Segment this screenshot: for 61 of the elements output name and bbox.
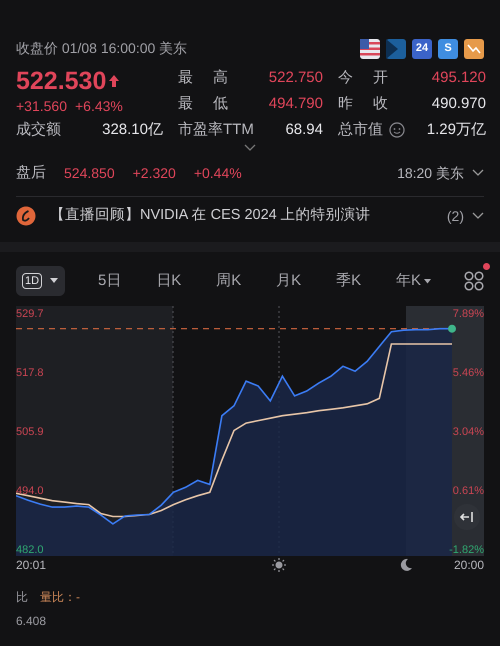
after-hours-price: 524.850 [64, 164, 115, 182]
stat-value: 328.10亿 [102, 120, 163, 140]
axis-label: 0.61% [452, 484, 484, 499]
caret-down-icon [424, 278, 432, 284]
axis-label: 517.8 [16, 366, 44, 382]
axis-label: 505.9 [16, 425, 44, 440]
volume-ratio-label: 量比：- [40, 589, 80, 606]
live-replay-icon [16, 206, 36, 226]
stat-label: 昨收 [338, 94, 408, 114]
stat-value: 494.790 [268, 94, 323, 114]
stat-label: 最高 [178, 68, 248, 88]
moon-icon [399, 558, 413, 572]
after-hours-percent: +0.44% [194, 164, 242, 182]
trend-icon [464, 38, 484, 58]
axis-label: 3.04% [452, 425, 484, 440]
stat-value: 522.750 [268, 68, 323, 88]
price-change: +31.560 [16, 96, 67, 116]
percent-change: +6.43% [75, 96, 123, 116]
period-tab[interactable]: 季K [334, 270, 364, 292]
axis-label: 482.0 [16, 543, 44, 558]
axis-label: 529.7 [16, 307, 44, 322]
up-arrow-icon [108, 74, 120, 88]
axis-label: 20:00 [454, 557, 484, 574]
stat-value: 490.970 [432, 94, 486, 114]
badge[interactable]: 24 [412, 38, 432, 58]
stat-label: 总市值 [338, 120, 383, 140]
after-hours-change: +2.320 [132, 164, 176, 182]
grid-menu-icon [464, 271, 484, 291]
last-point-dot [448, 324, 456, 333]
stat-value: 1.29万亿 [426, 120, 486, 140]
chevron-down-icon [244, 144, 256, 152]
stat-label: 今开 [338, 68, 408, 88]
period-tab[interactable]: 年K [394, 270, 434, 292]
indicator-value: 6.408 [15, 613, 48, 630]
caret-down-icon [49, 278, 60, 284]
quote-timestamp: 收盘价 01/08 16:00:00 美东 [16, 39, 188, 58]
news-count: (2) [446, 206, 464, 226]
axis-label: -1.82% [449, 543, 484, 558]
axis-label: 494.0 [16, 484, 44, 499]
stat-label: 成交额 [16, 120, 61, 140]
axis-label: 20:01 [16, 557, 46, 574]
indicator-label: 比 [16, 589, 28, 606]
after-hours-time: 18:20 美东 [397, 164, 464, 182]
axis-label: 5.46% [452, 366, 484, 382]
stat-value: 495.120 [432, 68, 486, 88]
last-price: 522.530 [16, 66, 106, 96]
tile-icon [386, 38, 406, 58]
period-tab[interactable]: 日K [154, 270, 184, 292]
stat-label: 最低 [178, 94, 248, 114]
news-headline[interactable]: 【直播回顾】NVIDIA 在 CES 2024 上的特别演讲 [50, 205, 371, 227]
period-tab[interactable]: 5日 [96, 270, 124, 292]
axis-label: 7.89% [452, 307, 484, 322]
stat-value: 68.94 [285, 120, 323, 140]
stat-label: 市盈率TTM [178, 120, 254, 140]
sun-icon [272, 558, 286, 572]
arrow-to-bar-icon [460, 511, 474, 523]
period-tab[interactable]: 周K [214, 270, 244, 292]
period-tab[interactable]: 月K [274, 270, 304, 292]
flag-icon [360, 38, 380, 58]
period-tab[interactable]: 1D [16, 266, 66, 296]
after-hours-label: 盘后 [16, 162, 46, 183]
